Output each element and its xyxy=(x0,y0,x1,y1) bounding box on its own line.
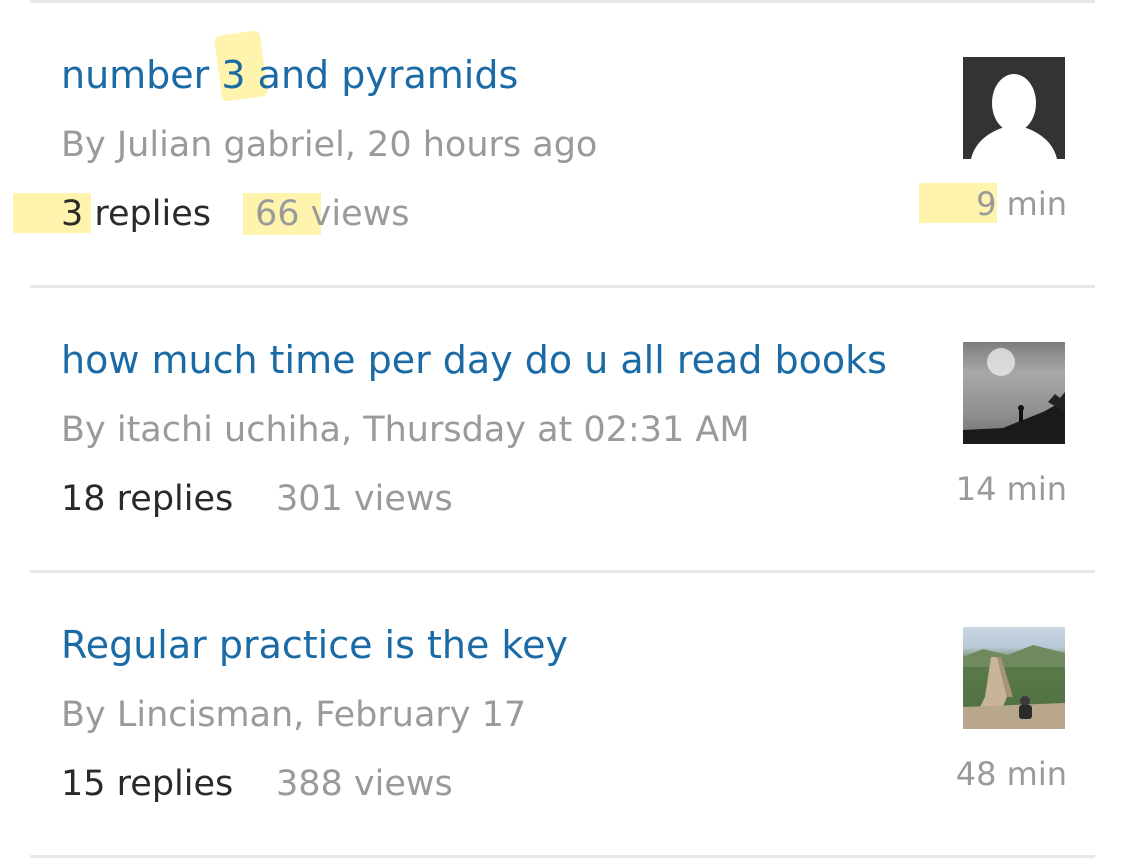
topic-byline: By Lincisman, February 17 xyxy=(61,695,527,735)
great-wall-photo-icon xyxy=(963,645,1065,729)
views-count: 301 views xyxy=(276,479,453,519)
views-text-highlighted: 66 v xyxy=(255,194,332,234)
topic-row[interactable]: Regular practice is the key By Lincisman… xyxy=(0,570,1125,854)
replies-count: 3 replies xyxy=(61,190,211,238)
views-count: 388 views xyxy=(276,764,453,804)
topic-row[interactable]: how much time per day do u all read book… xyxy=(0,285,1125,569)
topic-row[interactable]: number 3 and pyramids By Julian gabriel,… xyxy=(0,0,1125,284)
topic-title-link[interactable]: number 3 and pyramids xyxy=(61,50,518,100)
replies-number: 3 xyxy=(61,194,84,234)
views-count: 66 views xyxy=(255,190,410,238)
read-time-unit: min xyxy=(996,185,1067,223)
topic-byline: By itachi uchiha, Thursday at 02:31 AM xyxy=(61,410,750,450)
title-text: and pyramids xyxy=(245,53,519,97)
replies-count: 15 replies xyxy=(61,764,234,804)
silhouette-photo-icon xyxy=(963,348,1065,444)
read-time: 14 min xyxy=(955,470,1067,508)
topic-title-link[interactable]: how much time per day do u all read book… xyxy=(61,335,887,385)
read-time: 9 min xyxy=(976,182,1067,226)
read-time-number: 9 xyxy=(976,185,997,223)
title-text-highlighted: 3 xyxy=(221,53,246,97)
replies-count: 18 replies xyxy=(61,479,234,519)
author-avatar[interactable] xyxy=(963,627,1065,729)
views-text: iews xyxy=(331,194,410,234)
default-user-icon xyxy=(971,74,1057,159)
author-avatar[interactable] xyxy=(963,342,1065,444)
read-time: 48 min xyxy=(955,755,1067,793)
topic-byline: By Julian gabriel, 20 hours ago xyxy=(61,125,598,165)
author-avatar[interactable] xyxy=(963,57,1065,159)
replies-label: replies xyxy=(83,194,211,234)
title-text: number xyxy=(61,53,222,97)
divider xyxy=(30,855,1095,858)
topic-title-link[interactable]: Regular practice is the key xyxy=(61,620,568,670)
